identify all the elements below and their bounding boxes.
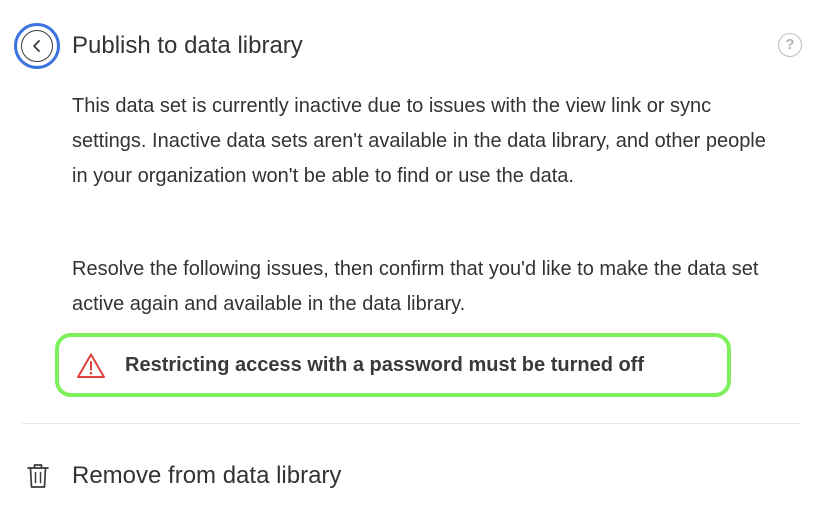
issue-text: Restricting access with a password must … bbox=[125, 353, 645, 376]
divider bbox=[22, 423, 800, 424]
trash-icon bbox=[26, 462, 50, 490]
question-mark-icon[interactable]: ? bbox=[778, 33, 802, 57]
remove-label: Remove from data library bbox=[72, 462, 342, 489]
publish-panel: Publish to data library ? This data set … bbox=[0, 0, 828, 516]
remove-from-library-button[interactable]: Remove from data library bbox=[26, 456, 341, 496]
page-title: Publish to data library bbox=[72, 32, 303, 59]
chevron-left-icon bbox=[21, 30, 53, 62]
issue-item: Restricting access with a password must … bbox=[55, 333, 731, 397]
resolve-instructions: Resolve the following issues, then confi… bbox=[72, 258, 759, 315]
warning-icon bbox=[75, 351, 107, 379]
panel-header: Publish to data library ? bbox=[14, 22, 808, 70]
back-button[interactable] bbox=[14, 23, 60, 69]
inactive-description: This data set is currently inactive due … bbox=[72, 95, 766, 187]
